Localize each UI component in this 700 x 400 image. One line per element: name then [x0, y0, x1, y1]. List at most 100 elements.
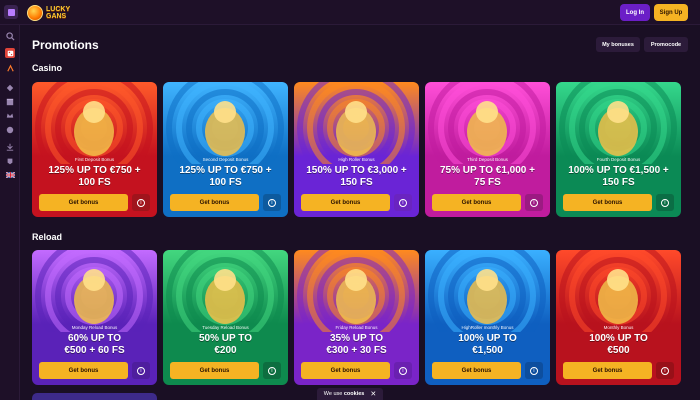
- bonus-headline: 100% UP TO €1,500 +150 FS: [558, 165, 679, 189]
- bonus-offer-line1: 100% UP TO: [458, 333, 517, 344]
- info-button[interactable]: i: [656, 362, 674, 379]
- get-bonus-button[interactable]: Get bonus: [39, 194, 128, 211]
- bonus-headline: 150% UP TO €3,000 +150 FS: [296, 165, 417, 189]
- promo-icon[interactable]: [5, 97, 15, 107]
- info-icon: i: [530, 366, 538, 375]
- section-title-reload: Reload: [32, 232, 63, 242]
- get-bonus-button[interactable]: Get bonus: [301, 194, 390, 211]
- info-button[interactable]: i: [263, 194, 281, 211]
- bonus-offer-line1: 150% UP TO €3,000 +: [306, 165, 407, 176]
- promo-card[interactable]: Fourth Deposit Bonus 100% UP TO €1,500 +1…: [556, 82, 681, 217]
- promo-illustration: [294, 82, 419, 164]
- get-bonus-button[interactable]: Get bonus: [563, 194, 652, 211]
- promo-illustration: [556, 82, 681, 164]
- menu-toggle-button[interactable]: [4, 5, 18, 19]
- get-bonus-button[interactable]: Get bonus: [432, 194, 521, 211]
- bonus-label: Second Deposit Bonus: [202, 157, 249, 162]
- promo-card[interactable]: Tuesday Reload Bonus 50% UP TO €200 Get bon…: [163, 250, 288, 385]
- language-flag-icon[interactable]: [5, 170, 15, 180]
- bonus-headline: 100% UP TO €1,500: [427, 333, 548, 357]
- bonus-headline: 125% UP TO €750 +100 FS: [165, 165, 286, 189]
- promo-illustration: [163, 250, 288, 332]
- info-icon: i: [137, 198, 145, 207]
- bonus-label: Monday Reload Bonus: [71, 325, 118, 330]
- bonus-label: High Roller Bonus: [338, 157, 375, 162]
- get-bonus-button[interactable]: Get bonus: [563, 362, 652, 379]
- bonus-headline: 125% UP TO €750 +100 FS: [34, 165, 155, 189]
- bonus-offer-line1: 125% UP TO €750 +: [48, 165, 141, 176]
- cards-icon[interactable]: [5, 83, 15, 93]
- partial-promo-card[interactable]: [32, 393, 157, 400]
- info-button[interactable]: i: [132, 362, 150, 379]
- search-icon[interactable]: [5, 31, 15, 41]
- promocode-button[interactable]: Promocode: [644, 37, 688, 52]
- info-button[interactable]: i: [656, 194, 674, 211]
- casino-icon[interactable]: [5, 48, 15, 58]
- info-icon: i: [661, 198, 669, 207]
- bonus-label: Fourth Deposit Bonus: [596, 157, 641, 162]
- bonus-offer-line1: 35% UP TO: [330, 333, 383, 344]
- bonus-headline: 75% UP TO €1,000 +75 FS: [427, 165, 548, 189]
- info-icon: i: [399, 366, 407, 375]
- page-title: Promotions: [32, 38, 99, 52]
- promo-card[interactable]: Second Deposit Bonus 125% UP TO €750 +100…: [163, 82, 288, 217]
- info-icon: i: [661, 366, 669, 375]
- bonus-label: HighRoller monthly Bonus: [461, 325, 514, 330]
- bonus-label: Tuesday Reload Bonus: [202, 325, 249, 330]
- promo-card[interactable]: Third Deposit Bonus 75% UP TO €1,000 +75 …: [425, 82, 550, 217]
- bonus-offer-line1: 125% UP TO €750 +: [179, 165, 272, 176]
- get-bonus-button[interactable]: Get bonus: [39, 362, 128, 379]
- info-button[interactable]: i: [394, 194, 412, 211]
- signup-button[interactable]: Sign Up: [654, 4, 688, 21]
- logo-badge-icon: [27, 5, 43, 21]
- promo-card[interactable]: HighRoller monthly Bonus 100% UP TO €1,500…: [425, 250, 550, 385]
- promo-card[interactable]: Monday Reload Bonus 60% UP TO €500 + 60 FS…: [32, 250, 157, 385]
- bonus-offer-line2: €500: [607, 345, 630, 356]
- download-icon[interactable]: [5, 142, 15, 152]
- promo-illustration: [32, 250, 157, 332]
- get-bonus-button[interactable]: Get bonus: [432, 362, 521, 379]
- info-icon: i: [399, 198, 407, 207]
- logo-text: LUCKY GANS: [46, 6, 70, 20]
- get-bonus-button[interactable]: Get bonus: [170, 194, 259, 211]
- info-button[interactable]: i: [525, 362, 543, 379]
- bonus-offer-line2: 150 FS: [340, 177, 373, 188]
- bonus-offer-line2: €500 + 60 FS: [64, 345, 125, 356]
- bonus-offer-line2: €200: [214, 345, 237, 356]
- info-icon: i: [137, 366, 145, 375]
- info-icon: i: [530, 198, 538, 207]
- info-button[interactable]: i: [132, 194, 150, 211]
- bonus-label: Friday Reload Bonus: [335, 325, 378, 330]
- promo-illustration: [294, 250, 419, 332]
- promo-card[interactable]: Friday Reload Bonus 35% UP TO €300 + 30 FS…: [294, 250, 419, 385]
- gift-icon[interactable]: [5, 125, 15, 135]
- info-button[interactable]: i: [525, 194, 543, 211]
- get-bonus-button[interactable]: Get bonus: [301, 362, 390, 379]
- bonus-headline: 100% UP TO €500: [558, 333, 679, 357]
- promo-card[interactable]: Monthly Bonus 100% UP TO €500 Get bonus i: [556, 250, 681, 385]
- promo-illustration: [32, 82, 157, 164]
- cookie-banner: We use cookies ✕: [317, 388, 383, 400]
- bonus-offer-line2: 100 FS: [209, 177, 242, 188]
- vip-icon[interactable]: [5, 111, 15, 121]
- support-icon[interactable]: [5, 156, 15, 166]
- info-button[interactable]: i: [263, 362, 281, 379]
- bonus-offer-line2: €300 + 30 FS: [326, 345, 387, 356]
- promo-card[interactable]: First Deposit Bonus 125% UP TO €750 +100 …: [32, 82, 157, 217]
- info-button[interactable]: i: [394, 362, 412, 379]
- bonus-label: First Deposit Bonus: [74, 157, 115, 162]
- bonus-offer-line1: 75% UP TO €1,000 +: [440, 165, 535, 176]
- top-bar: LUCKY GANS Log In Sign Up: [0, 0, 700, 25]
- bonus-offer-line1: 100% UP TO: [589, 333, 648, 344]
- bonus-offer-line1: 60% UP TO: [68, 333, 121, 344]
- my-bonuses-button[interactable]: My bonuses: [596, 37, 640, 52]
- bonus-offer-line2: €1,500: [472, 345, 503, 356]
- logo[interactable]: LUCKY GANS: [27, 3, 76, 23]
- promo-card[interactable]: High Roller Bonus 150% UP TO €3,000 +150 …: [294, 82, 419, 217]
- close-icon[interactable]: ✕: [370, 390, 376, 398]
- bonus-label: Third Deposit Bonus: [467, 157, 508, 162]
- login-button[interactable]: Log In: [620, 4, 650, 21]
- sports-icon[interactable]: [5, 63, 15, 73]
- get-bonus-button[interactable]: Get bonus: [170, 362, 259, 379]
- bonus-offer-line2: 150 FS: [602, 177, 635, 188]
